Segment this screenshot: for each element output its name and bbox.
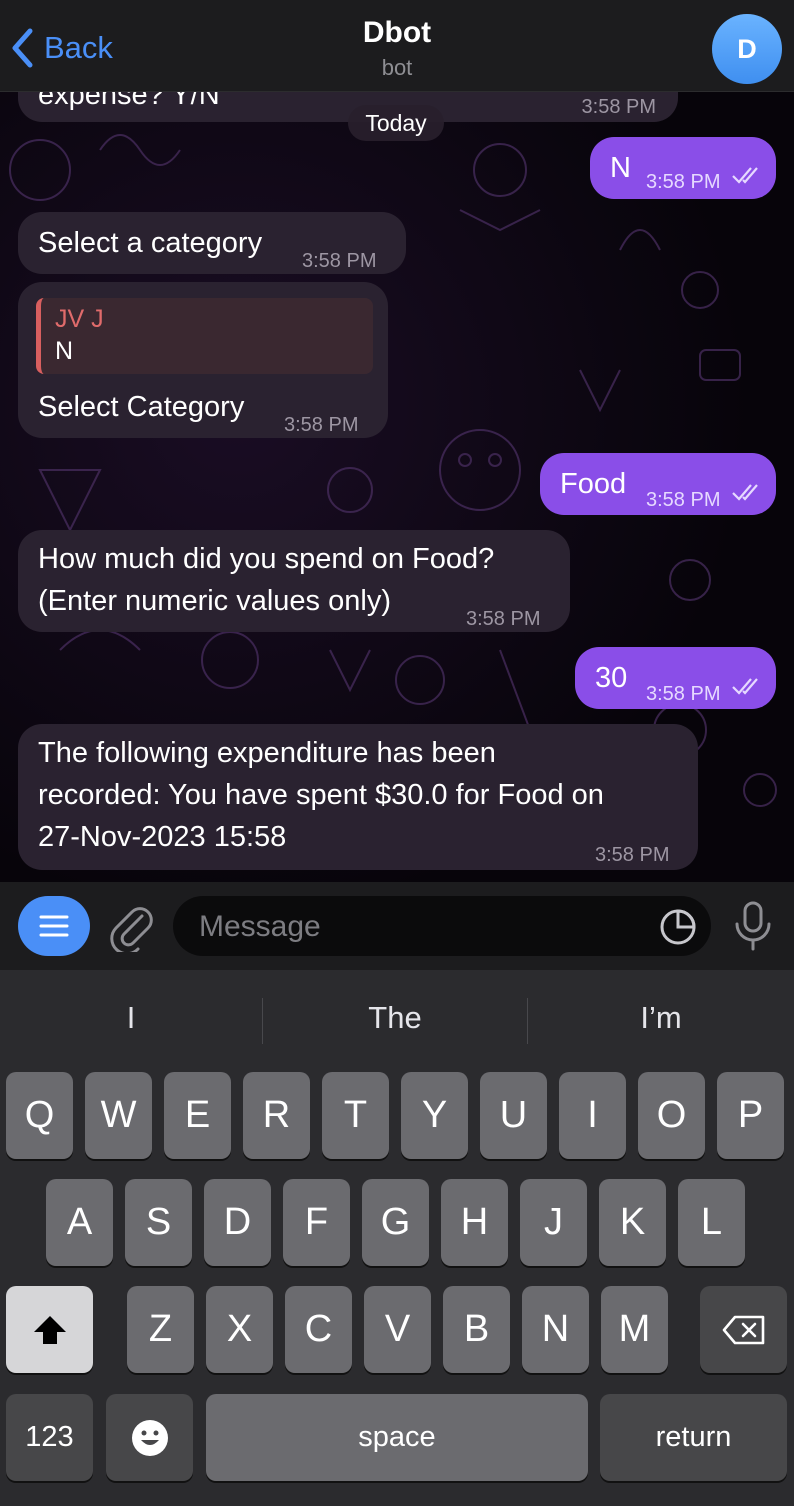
chat-subtitle: bot (381, 55, 413, 80)
key-c[interactable]: C (285, 1286, 352, 1373)
message-incoming-reply[interactable]: JV J N Select Category 3:58 PM (18, 282, 388, 438)
message-time: 3:58 PM (646, 489, 721, 511)
message-incoming[interactable]: Select a category 3:58 PM (18, 212, 406, 274)
emoji-key[interactable] (106, 1394, 193, 1481)
key-b[interactable]: B (443, 1286, 510, 1373)
key-q[interactable]: Q (6, 1072, 73, 1159)
message-time: 3:58 PM (284, 414, 359, 436)
menu-icon (39, 915, 69, 937)
key-e[interactable]: E (164, 1072, 231, 1159)
key-o[interactable]: O (638, 1072, 705, 1159)
suggestion[interactable]: The (263, 970, 527, 1066)
message-text: 30 (595, 662, 628, 694)
message-incoming[interactable]: How much did you spend on Food? (Enter n… (18, 530, 570, 632)
key-p[interactable]: P (717, 1072, 784, 1159)
reply-quote[interactable]: JV J N (36, 298, 373, 374)
chat-header: Back Dbot bot D (0, 0, 794, 92)
key-f[interactable]: F (283, 1179, 350, 1266)
bot-menu-button[interactable] (18, 896, 90, 956)
suggestion[interactable]: I (0, 970, 262, 1066)
message-time: 3:58 PM (646, 171, 721, 193)
message-text: Select Category (38, 391, 245, 423)
avatar-letter: D (737, 33, 757, 64)
message-time: 3:58 PM (466, 608, 541, 630)
message-outgoing[interactable]: N 3:58 PM (590, 137, 776, 199)
message-outgoing[interactable]: 30 3:58 PM (575, 647, 776, 709)
message-incoming[interactable]: The following expenditure has been recor… (18, 724, 698, 870)
key-k[interactable]: K (599, 1179, 666, 1266)
space-key[interactable]: space (206, 1394, 588, 1481)
key-m[interactable]: M (601, 1286, 668, 1373)
microphone-icon[interactable] (732, 900, 774, 952)
reply-text: N (55, 337, 74, 365)
message-time: 3:58 PM (646, 683, 721, 705)
sticker-icon[interactable] (659, 908, 697, 946)
message-text-line: recorded: You have spent $30.0 for Food … (38, 779, 604, 811)
message-text: N (610, 152, 631, 184)
key-v[interactable]: V (364, 1286, 431, 1373)
read-checkmarks-icon (732, 678, 758, 695)
key-w[interactable]: W (85, 1072, 152, 1159)
shift-key[interactable] (6, 1286, 93, 1373)
suggestion[interactable]: I’m (528, 970, 794, 1066)
message-input[interactable] (197, 896, 641, 958)
message-text-line: How much did you spend on Food? (38, 543, 495, 575)
shift-arrow-icon (33, 1315, 66, 1344)
key-j[interactable]: J (520, 1179, 587, 1266)
message-text: Food (560, 468, 627, 500)
avatar[interactable]: D (712, 14, 782, 84)
message-field[interactable] (173, 896, 711, 958)
message-time: 3:58 PM (302, 250, 377, 272)
message-input-bar (0, 882, 794, 970)
message-text-line: The following expenditure has been (38, 737, 496, 769)
read-checkmarks-icon (732, 484, 758, 501)
key-g[interactable]: G (362, 1179, 429, 1266)
key-l[interactable]: L (678, 1179, 745, 1266)
key-r[interactable]: R (243, 1072, 310, 1159)
message-text: Select a category (38, 227, 263, 259)
chat-title[interactable]: Dbot (0, 16, 794, 50)
message-text-line: 27-Nov-2023 15:58 (38, 821, 287, 853)
delete-key[interactable] (700, 1286, 787, 1373)
message-text-line: (Enter numeric values only) (38, 585, 391, 617)
key-d[interactable]: D (204, 1179, 271, 1266)
key-i[interactable]: I (559, 1072, 626, 1159)
date-separator: Today (348, 105, 444, 141)
keyboard: I The I’m QWERTYUIOP ASDFGHJKL ZXCVBNM 1… (0, 970, 794, 1506)
key-u[interactable]: U (480, 1072, 547, 1159)
emoji-icon (131, 1419, 168, 1456)
key-x[interactable]: X (206, 1286, 273, 1373)
key-s[interactable]: S (125, 1179, 192, 1266)
read-checkmarks-icon (732, 167, 758, 184)
key-a[interactable]: A (46, 1179, 113, 1266)
key-n[interactable]: N (522, 1286, 589, 1373)
key-z[interactable]: Z (127, 1286, 194, 1373)
message-outgoing[interactable]: Food 3:58 PM (540, 453, 776, 515)
numbers-key[interactable]: 123 (6, 1394, 93, 1481)
message-time: 3:58 PM (595, 844, 670, 866)
return-key[interactable]: return (600, 1394, 787, 1481)
key-t[interactable]: T (322, 1072, 389, 1159)
paperclip-icon[interactable] (108, 900, 154, 952)
backspace-icon (722, 1315, 764, 1344)
key-h[interactable]: H (441, 1179, 508, 1266)
key-y[interactable]: Y (401, 1072, 468, 1159)
